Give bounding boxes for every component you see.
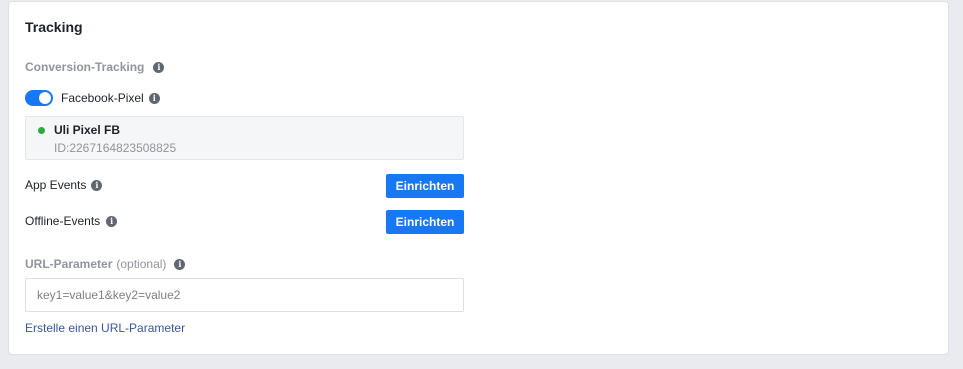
card-title: Tracking: [25, 19, 83, 35]
pixel-id: ID:2267164823508825: [54, 141, 177, 155]
pixel-info-box: Uli Pixel FB ID:2267164823508825: [25, 116, 464, 160]
url-parameter-header: URL-Parameter (optional) i: [25, 257, 186, 271]
pixel-name: Uli Pixel FB: [54, 123, 121, 137]
info-icon[interactable]: i: [91, 179, 103, 191]
offline-events-row: Offline-Events i: [25, 214, 118, 228]
offline-events-setup-button[interactable]: Einrichten: [386, 210, 464, 234]
create-url-parameter-link[interactable]: Erstelle einen URL-Parameter: [25, 321, 185, 335]
conversion-tracking-label: Conversion-Tracking: [25, 60, 145, 74]
status-dot-icon: [38, 127, 45, 134]
app-events-row: App Events i: [25, 178, 103, 192]
info-icon[interactable]: i: [153, 61, 165, 73]
url-parameter-label: URL-Parameter: [25, 257, 113, 271]
url-parameter-input[interactable]: [25, 278, 464, 312]
tracking-card: Tracking Conversion-Tracking i Facebook-…: [8, 1, 949, 355]
facebook-pixel-row: Facebook-Pixel i: [25, 90, 160, 106]
app-events-label: App Events: [25, 178, 87, 192]
info-icon[interactable]: i: [106, 215, 118, 227]
optional-label: (optional): [116, 257, 167, 271]
app-events-setup-button[interactable]: Einrichten: [386, 174, 464, 198]
info-icon[interactable]: i: [174, 258, 186, 270]
facebook-pixel-label: Facebook-Pixel: [61, 91, 144, 105]
conversion-tracking-header: Conversion-Tracking i: [25, 60, 165, 74]
facebook-pixel-toggle[interactable]: [25, 90, 53, 106]
offline-events-label: Offline-Events: [25, 214, 101, 228]
info-icon[interactable]: i: [148, 92, 160, 104]
